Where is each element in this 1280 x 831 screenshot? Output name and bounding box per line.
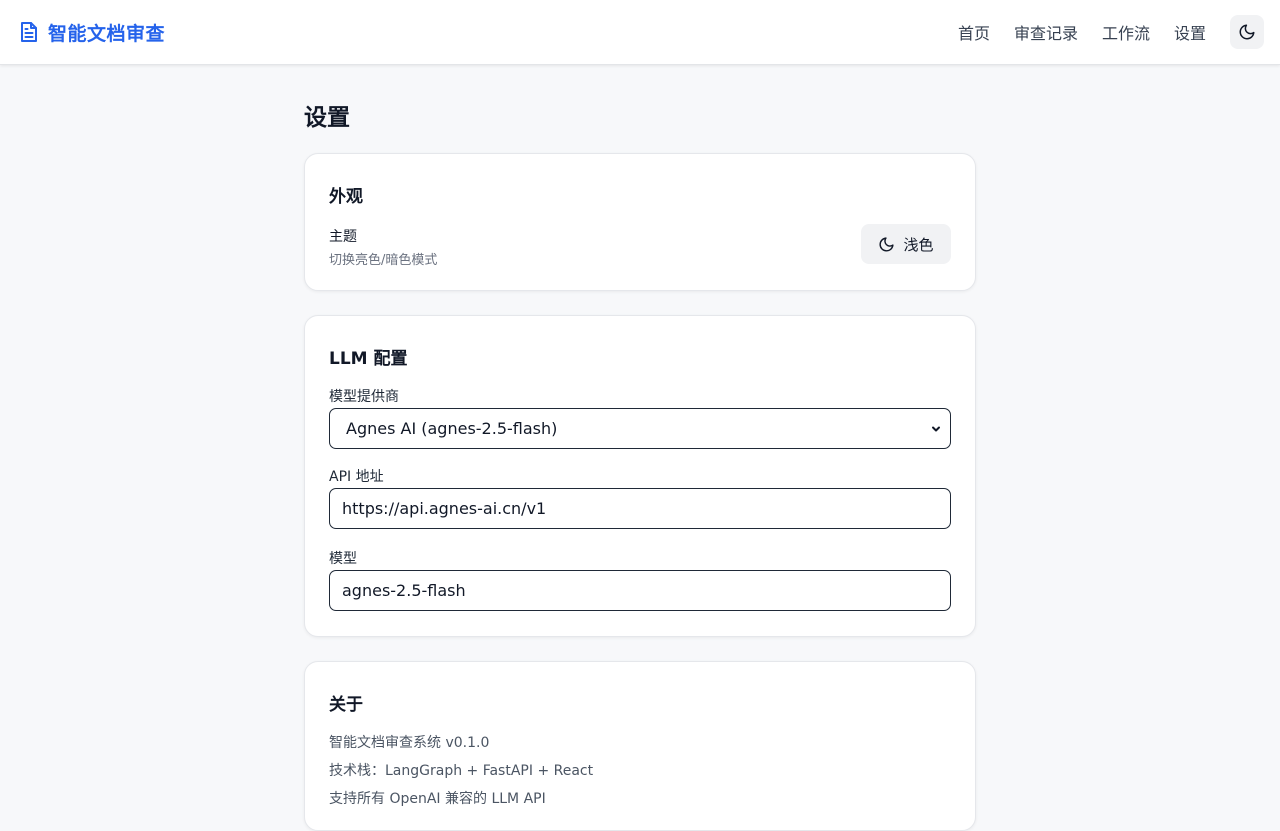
llm-config-card: LLM 配置 模型提供商 Agnes AI (agnes-2.5-flash) …	[304, 315, 976, 637]
theme-toggle-button[interactable]	[1230, 15, 1264, 49]
api-url-value: https://api.agnes-ai.cn/v1	[342, 499, 547, 518]
theme-label: 主题	[329, 229, 357, 245]
moon-icon	[878, 236, 895, 253]
top-navbar: 智能文档审查 首页 审查记录 工作流 设置	[0, 0, 1280, 65]
main-nav: 首页 审查记录 工作流 设置	[958, 20, 1230, 44]
api-url-input[interactable]: https://api.agnes-ai.cn/v1	[329, 488, 951, 529]
about-tech-stack: 技术栈：LangGraph + FastAPI + React	[329, 763, 594, 779]
nav-settings[interactable]: 设置	[1174, 20, 1206, 44]
chevron-down-icon	[930, 423, 942, 435]
theme-mode-label: 浅色	[903, 235, 934, 254]
app-title: 智能文档审查	[48, 22, 166, 45]
provider-label: 模型提供商	[329, 389, 399, 405]
appearance-card: 外观 主题 切换亮色/暗色模式 浅色	[304, 153, 976, 291]
about-card: 关于 智能文档审查系统 v0.1.0 技术栈：LangGraph + FastA…	[304, 661, 976, 831]
about-version: 智能文档审查系统 v0.1.0	[329, 735, 490, 751]
model-label: 模型	[329, 551, 357, 567]
moon-icon	[1238, 23, 1256, 41]
provider-select[interactable]: Agnes AI (agnes-2.5-flash)	[329, 408, 951, 449]
nav-workflow[interactable]: 工作流	[1102, 20, 1150, 44]
about-compatibility: 支持所有 OpenAI 兼容的 LLM API	[329, 791, 546, 807]
nav-review-records[interactable]: 审查记录	[1014, 20, 1078, 44]
api-url-label: API 地址	[329, 469, 384, 485]
model-input[interactable]: agnes-2.5-flash	[329, 570, 951, 611]
theme-mode-button[interactable]: 浅色	[861, 224, 951, 264]
nav-home[interactable]: 首页	[958, 20, 990, 44]
model-value: agnes-2.5-flash	[342, 581, 466, 600]
about-title: 关于	[329, 695, 363, 715]
llm-config-title: LLM 配置	[329, 349, 408, 369]
brand-link[interactable]: 智能文档审查	[18, 20, 166, 45]
theme-description: 切换亮色/暗色模式	[329, 253, 438, 268]
appearance-title: 外观	[329, 187, 363, 207]
document-icon	[18, 20, 40, 44]
page-title: 设置	[304, 105, 350, 131]
provider-value: Agnes AI (agnes-2.5-flash)	[346, 419, 558, 438]
